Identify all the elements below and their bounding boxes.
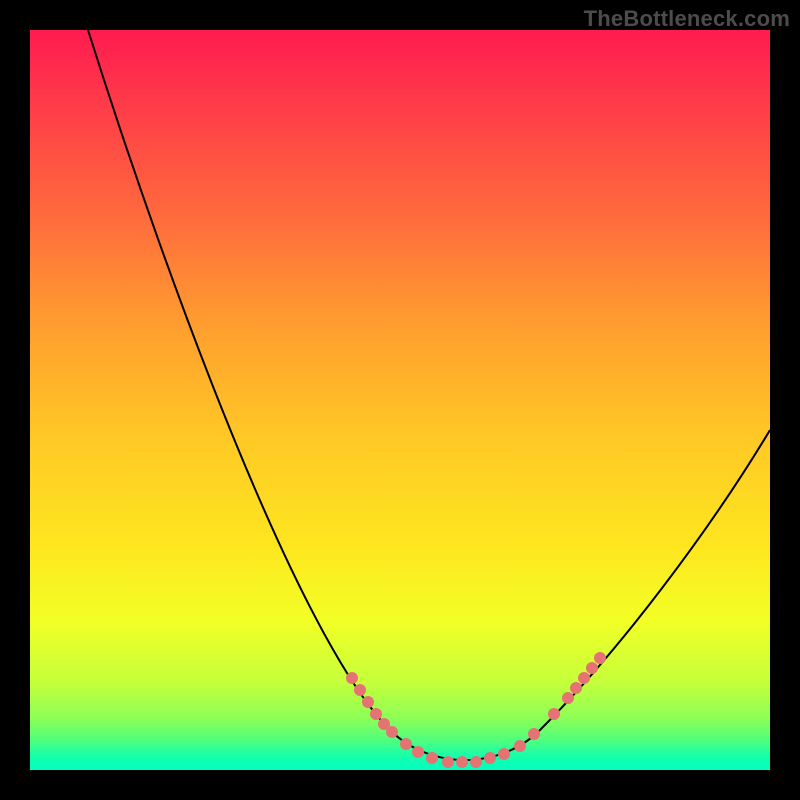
highlight-dot (400, 738, 412, 750)
highlight-dot (370, 708, 382, 720)
highlight-dot (484, 752, 496, 764)
highlight-dot (456, 756, 468, 768)
highlight-dot (586, 662, 598, 674)
highlight-dot (498, 748, 510, 760)
highlight-dot (570, 682, 582, 694)
highlight-dot (514, 740, 526, 752)
highlight-dot (412, 746, 424, 758)
chart-plot-area (30, 30, 770, 770)
highlight-dots-group (346, 652, 606, 768)
watermark-text: TheBottleneck.com (584, 6, 790, 32)
highlight-dot (562, 692, 574, 704)
highlight-dot (442, 756, 454, 768)
highlight-dot (386, 726, 398, 738)
highlight-dot (578, 672, 590, 684)
highlight-dot (470, 756, 482, 768)
highlight-dot (548, 708, 560, 720)
highlight-dot (354, 684, 366, 696)
highlight-dot (362, 696, 374, 708)
highlight-dot (426, 752, 438, 764)
chart-svg (30, 30, 770, 770)
highlight-dot (346, 672, 358, 684)
highlight-dot (594, 652, 606, 664)
bottleneck-curve (88, 30, 770, 760)
highlight-dot (528, 728, 540, 740)
